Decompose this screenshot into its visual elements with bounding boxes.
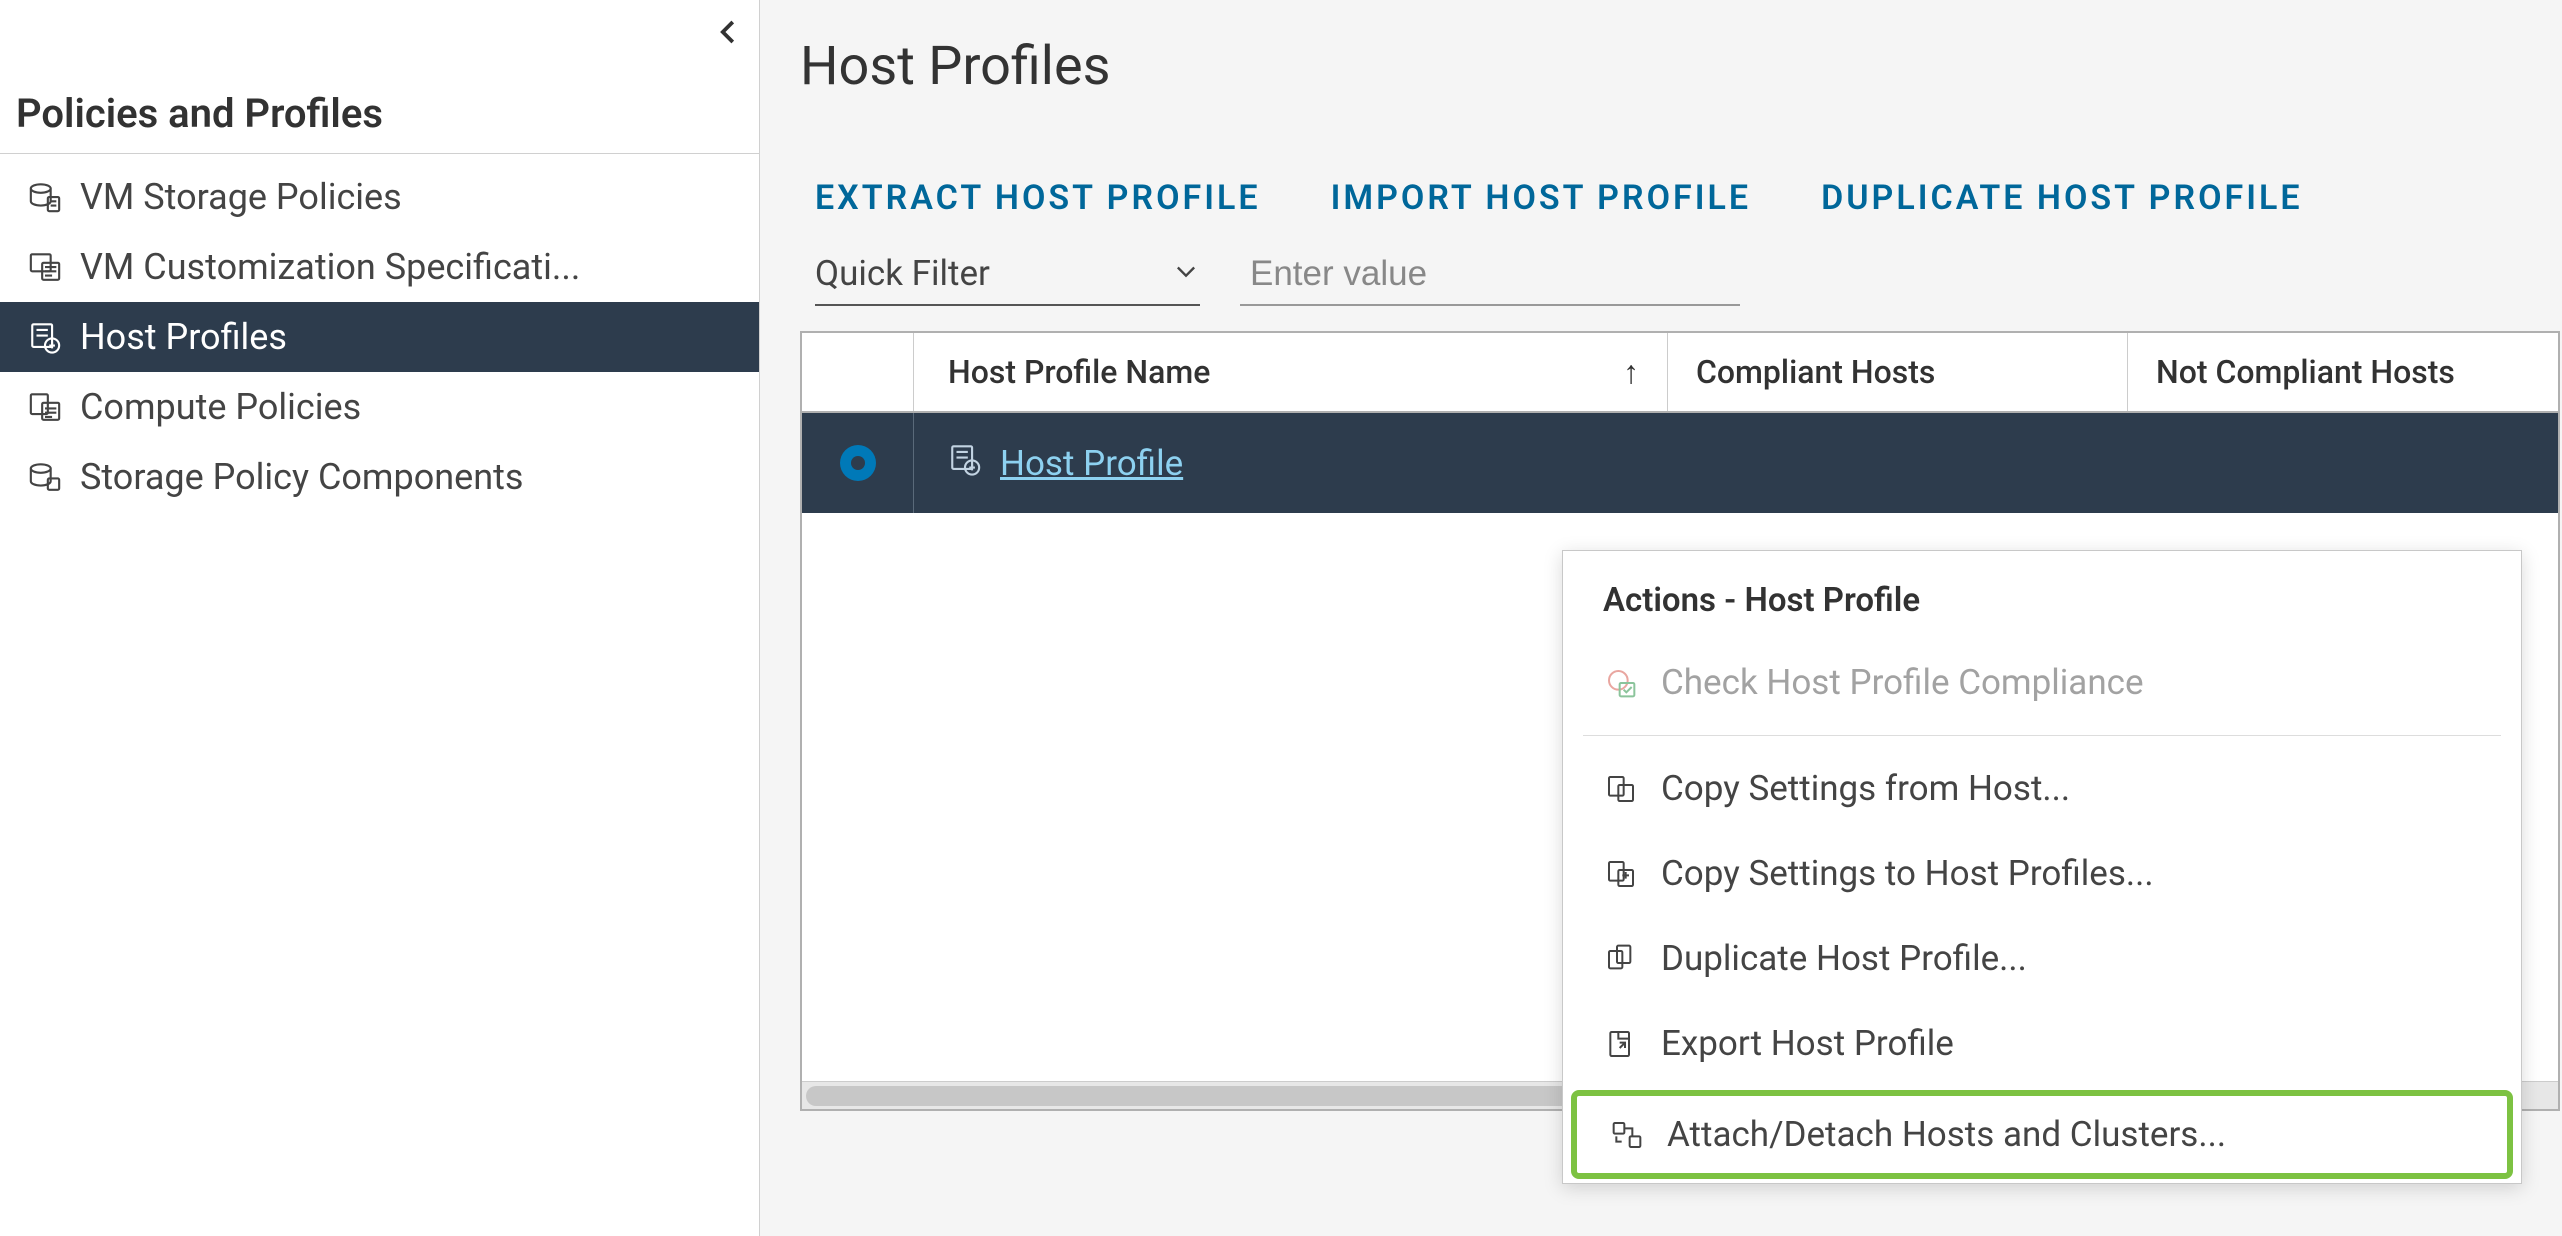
host-profile-icon (948, 442, 982, 485)
storage-components-icon (26, 458, 64, 496)
col-compliant-label: Compliant Hosts (1696, 353, 1935, 391)
menu-label: Copy Settings from Host... (1661, 768, 2070, 809)
col-select (802, 333, 914, 411)
menu-label: Copy Settings to Host Profiles... (1661, 853, 2154, 894)
export-profile-icon (1603, 1026, 1639, 1062)
col-host-profile-name[interactable]: Host Profile Name ↑ (914, 333, 1668, 411)
extract-host-profile-button[interactable]: EXTRACT HOST PROFILE (815, 178, 1261, 218)
col-not-compliant-hosts[interactable]: Not Compliant Hosts (2128, 333, 2558, 411)
action-bar: EXTRACT HOST PROFILE IMPORT HOST PROFILE… (800, 178, 2562, 218)
table-header: Host Profile Name ↑ Compliant Hosts Not … (802, 333, 2558, 413)
radio-selected-icon (840, 445, 876, 481)
menu-copy-to-profiles[interactable]: Copy Settings to Host Profiles... (1563, 831, 2521, 916)
compute-policies-icon (26, 388, 64, 426)
sidebar-item-label: Storage Policy Components (80, 456, 523, 498)
sidebar: Policies and Profiles VM Storage Policie… (0, 0, 760, 1236)
customization-spec-icon (26, 248, 64, 286)
col-notcompliant-label: Not Compliant Hosts (2156, 353, 2455, 391)
sort-ascending-icon: ↑ (1623, 353, 1639, 391)
quick-filter-dropdown[interactable]: Quick Filter (815, 253, 1200, 306)
compliance-check-icon (1603, 665, 1639, 701)
sidebar-list: VM Storage Policies VM Customization Spe… (0, 162, 759, 512)
copy-from-host-icon (1603, 771, 1639, 807)
sidebar-item-host-profiles[interactable]: Host Profiles (0, 302, 759, 372)
storage-policy-icon (26, 178, 64, 216)
menu-label: Duplicate Host Profile... (1661, 938, 2027, 979)
quick-filter-label: Quick Filter (815, 253, 990, 294)
menu-check-compliance: Check Host Profile Compliance (1563, 640, 2521, 725)
duplicate-host-profile-button[interactable]: DUPLICATE HOST PROFILE (1821, 178, 2303, 218)
context-menu-title: Actions - Host Profile (1563, 551, 2521, 640)
page-title: Host Profiles (800, 35, 2562, 98)
sidebar-item-label: VM Customization Specificati... (80, 246, 580, 288)
sidebar-item-compute-policies[interactable]: Compute Policies (0, 372, 759, 442)
attach-detach-icon (1609, 1117, 1645, 1153)
menu-label: Check Host Profile Compliance (1661, 662, 2144, 703)
row-name-cell: Host Profile (914, 442, 1183, 485)
sidebar-item-label: VM Storage Policies (80, 176, 402, 218)
sidebar-item-vm-customization[interactable]: VM Customization Specificati... (0, 232, 759, 302)
sidebar-title: Policies and Profiles (0, 0, 759, 154)
sidebar-item-vm-storage-policies[interactable]: VM Storage Policies (0, 162, 759, 232)
menu-copy-from-host[interactable]: Copy Settings from Host... (1563, 746, 2521, 831)
collapse-sidebar-icon[interactable] (714, 10, 744, 57)
host-profile-link[interactable]: Host Profile (1000, 443, 1183, 484)
col-name-label: Host Profile Name (948, 353, 1210, 391)
col-compliant-hosts[interactable]: Compliant Hosts (1668, 333, 2128, 411)
sidebar-item-label: Host Profiles (80, 316, 287, 358)
menu-label: Attach/Detach Hosts and Clusters... (1667, 1114, 2226, 1155)
row-radio[interactable] (802, 413, 914, 513)
chevron-down-icon (1172, 253, 1200, 294)
main-content: Host Profiles EXTRACT HOST PROFILE IMPOR… (760, 0, 2562, 1236)
filter-row: Quick Filter (800, 253, 2562, 306)
menu-label: Export Host Profile (1661, 1023, 1954, 1064)
sidebar-item-storage-policy-components[interactable]: Storage Policy Components (0, 442, 759, 512)
duplicate-profile-icon (1603, 941, 1639, 977)
filter-input[interactable] (1240, 253, 1740, 306)
host-profiles-icon (26, 318, 64, 356)
sidebar-item-label: Compute Policies (80, 386, 361, 428)
menu-duplicate-profile[interactable]: Duplicate Host Profile... (1563, 916, 2521, 1001)
table-row[interactable]: Host Profile (802, 413, 2558, 513)
context-separator (1583, 735, 2501, 736)
copy-to-profiles-icon (1603, 856, 1639, 892)
menu-export-profile[interactable]: Export Host Profile (1563, 1001, 2521, 1086)
context-menu: Actions - Host Profile Check Host Profil… (1562, 550, 2522, 1184)
import-host-profile-button[interactable]: IMPORT HOST PROFILE (1331, 178, 1752, 218)
menu-attach-detach-hosts[interactable]: Attach/Detach Hosts and Clusters... (1571, 1090, 2513, 1179)
